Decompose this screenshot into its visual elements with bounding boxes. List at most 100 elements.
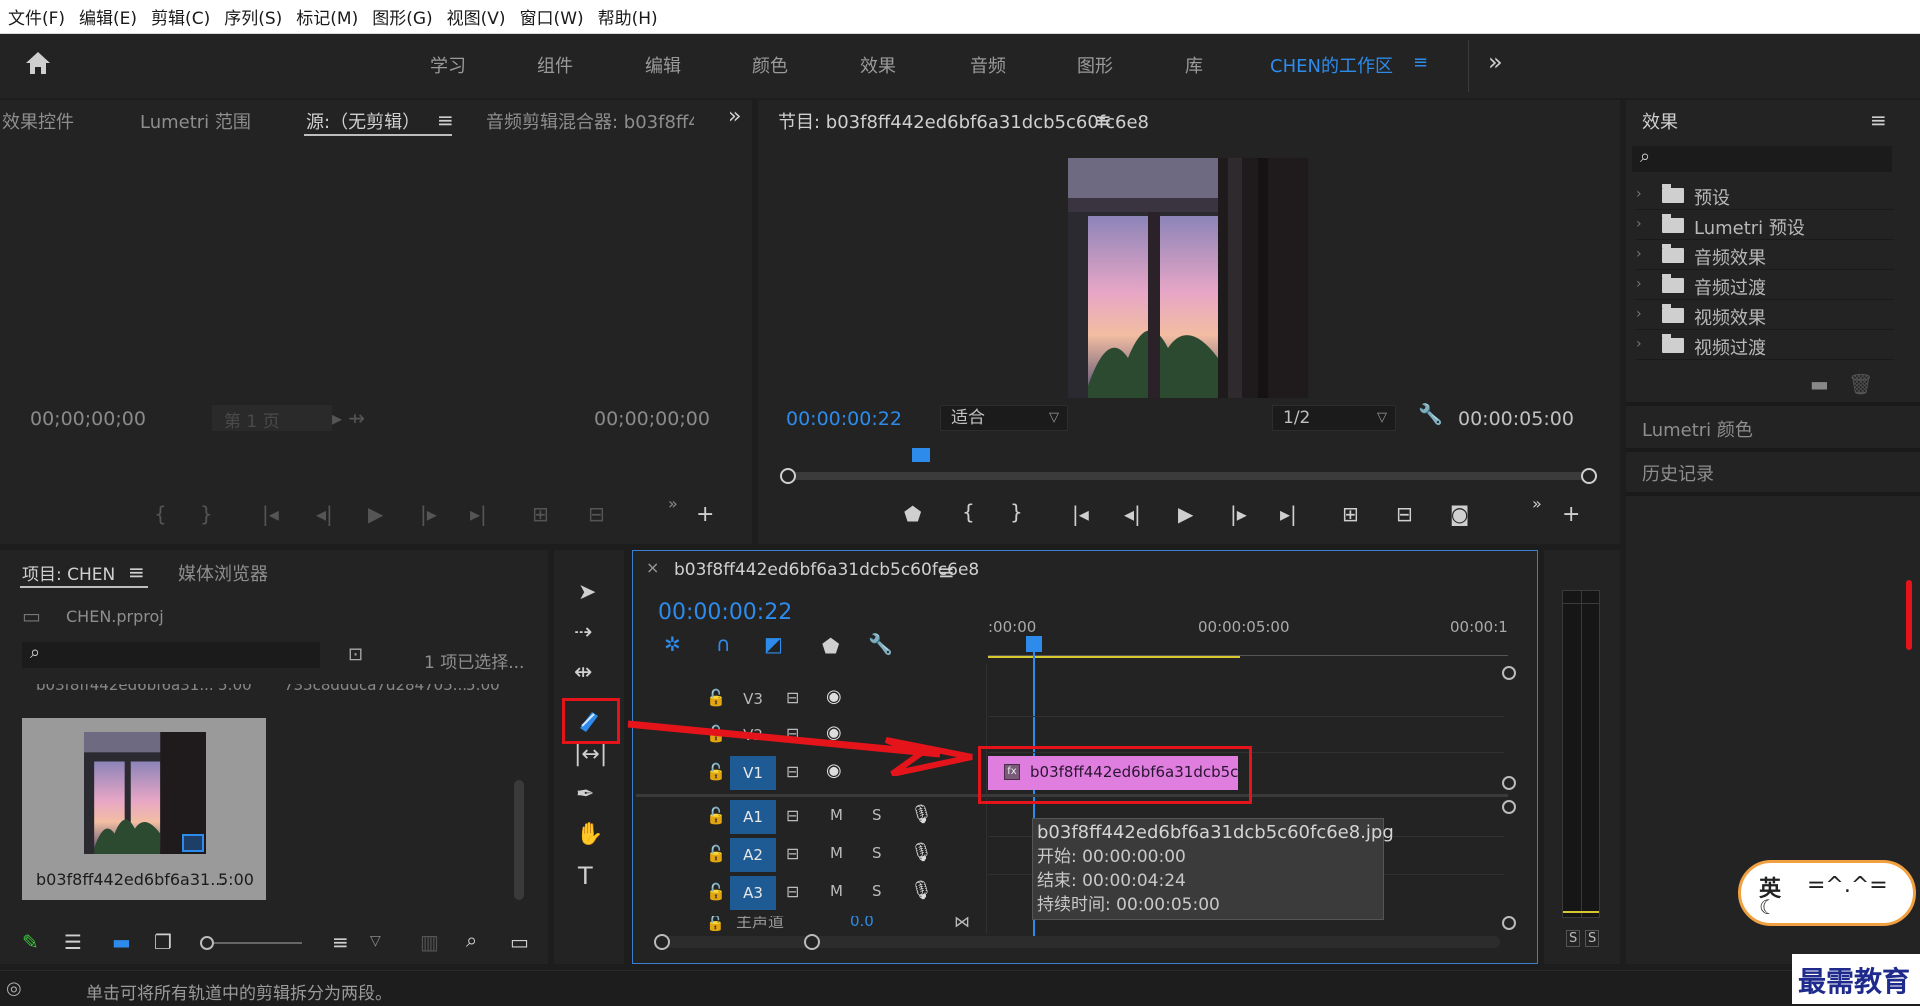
list-view-icon[interactable]: ☰: [64, 932, 82, 952]
program-menu-icon[interactable]: ≡: [1095, 110, 1112, 130]
more-panels-icon[interactable]: »: [728, 106, 741, 128]
workspace-tab-graphics[interactable]: 图形: [1077, 52, 1113, 78]
track-select-tool-icon[interactable]: ⇢: [574, 622, 592, 644]
wrench-icon[interactable]: 🔧: [1418, 404, 1443, 424]
menu-window[interactable]: 窗口(W): [520, 4, 584, 29]
extract-icon[interactable]: ⊟: [1396, 504, 1413, 524]
add-button-icon[interactable]: +: [1562, 504, 1580, 526]
effects-item-presets[interactable]: › 预设: [1636, 180, 1894, 210]
master-volume-value[interactable]: 0.0: [850, 916, 874, 929]
find-icon[interactable]: ⌕: [466, 930, 477, 950]
add-button-icon[interactable]: +: [696, 504, 714, 526]
freeform-view-icon[interactable]: ❐: [154, 932, 172, 952]
program-title[interactable]: 节目: b03f8ff442ed6bf6a31dcb5c60fc6e8: [778, 108, 1149, 134]
more-workspaces-icon[interactable]: »: [1488, 48, 1503, 76]
project-item-card[interactable]: b03f8ff442ed6bf6a31... 5:00: [22, 718, 266, 900]
workspace-tab-assembly[interactable]: 组件: [537, 52, 573, 78]
eye-icon[interactable]: ◉: [826, 688, 842, 706]
overwrite-icon[interactable]: ⊟: [588, 504, 605, 524]
camera-icon[interactable]: ◙: [1450, 504, 1469, 524]
home-icon[interactable]: [24, 50, 52, 76]
step-back-icon[interactable]: ◂|: [1124, 504, 1141, 524]
new-bin-from-search-icon[interactable]: ⊡: [348, 646, 363, 664]
fit-dropdown[interactable]: 适合 ▽: [940, 405, 1068, 431]
source-timecode-left[interactable]: 00;00;00;00: [30, 408, 146, 430]
effects-item-audio-effects[interactable]: › 音频效果: [1636, 240, 1894, 270]
lock-icon[interactable]: 🔓: [706, 808, 726, 824]
menu-help[interactable]: 帮助(H): [598, 4, 658, 29]
project-menu-icon[interactable]: ≡: [128, 562, 145, 582]
mark-in-icon[interactable]: {: [154, 504, 167, 524]
mute-button[interactable]: M: [830, 846, 843, 861]
scrub-end-handle[interactable]: [1581, 468, 1597, 484]
section-history[interactable]: 历史记录: [1642, 460, 1714, 486]
effects-item-lumetri-presets[interactable]: › Lumetri 预设: [1636, 210, 1894, 240]
go-to-out-icon[interactable]: ▸|: [470, 504, 487, 524]
tab-effect-controls[interactable]: 效果控件: [2, 108, 74, 134]
menu-edit[interactable]: 编辑(E): [79, 4, 137, 29]
project-scrollbar[interactable]: [514, 780, 524, 900]
icon-view-icon[interactable]: ▬: [112, 932, 131, 952]
type-tool-icon[interactable]: T: [578, 864, 593, 888]
effects-menu-icon[interactable]: ≡: [1870, 110, 1887, 130]
pen-tool-icon[interactable]: ✒: [576, 784, 594, 806]
mark-out-icon[interactable]: }: [200, 504, 213, 524]
sort-icon[interactable]: ≡: [332, 932, 349, 952]
step-back-icon[interactable]: ◂|: [316, 504, 333, 524]
new-bin-icon[interactable]: ▬: [1810, 374, 1829, 394]
close-icon[interactable]: ×: [646, 560, 659, 576]
track-name-selected[interactable]: A1: [730, 800, 776, 834]
menu-clip[interactable]: 剪辑(C): [151, 4, 210, 29]
workspace-tab-libraries[interactable]: 库: [1185, 52, 1203, 78]
add-marker-icon[interactable]: ⬟: [904, 504, 921, 524]
menu-file[interactable]: 文件(F): [8, 4, 65, 29]
workspace-tab-learn[interactable]: 学习: [430, 52, 466, 78]
selection-tool-icon[interactable]: ➤: [578, 582, 596, 604]
microphone-icon[interactable]: 🎙: [910, 806, 933, 824]
ime-badge[interactable]: 英 ☾ =^.^=: [1738, 860, 1916, 926]
go-to-in-icon[interactable]: |◂: [262, 504, 279, 524]
mute-button[interactable]: M: [830, 884, 843, 899]
solo-button[interactable]: S: [872, 884, 882, 899]
audio-scroll-bottom-handle[interactable]: [1502, 916, 1516, 930]
menu-sequence[interactable]: 序列(S): [224, 4, 282, 29]
page-field[interactable]: 第 1 页: [212, 405, 332, 432]
section-lumetri-color[interactable]: Lumetri 颜色: [1642, 416, 1753, 442]
timeline-settings-wrench-icon[interactable]: 🔧: [868, 634, 893, 654]
audio-scroll-top-handle[interactable]: [1502, 800, 1516, 814]
resolution-dropdown[interactable]: 1/2 ▽: [1272, 405, 1396, 431]
work-area-bar[interactable]: [988, 656, 1240, 658]
track-name-selected[interactable]: A3: [730, 876, 776, 910]
lock-icon[interactable]: 🔓: [706, 884, 726, 900]
program-preview-image[interactable]: [1068, 158, 1308, 398]
timeline-zoom-track[interactable]: [660, 936, 1500, 948]
lock-icon[interactable]: 🔓: [706, 846, 726, 862]
ripple-edit-tool-icon[interactable]: ⇹: [574, 662, 592, 684]
add-marker-icon[interactable]: ⬟: [822, 636, 839, 656]
microphone-icon[interactable]: 🎙: [910, 882, 933, 900]
time-ruler[interactable]: [988, 640, 1508, 656]
mute-button[interactable]: M: [830, 808, 843, 823]
workspace-tab-color[interactable]: 颜色: [752, 52, 788, 78]
creative-cloud-icon[interactable]: ◎: [6, 978, 22, 999]
snap-magnet-icon[interactable]: ∩: [716, 634, 731, 654]
bowtie-icon[interactable]: ⋈: [954, 916, 970, 930]
zoom-right-handle[interactable]: [804, 934, 820, 950]
effects-item-audio-transitions[interactable]: › 音频过渡: [1636, 270, 1894, 300]
workspace-tab-audio[interactable]: 音频: [970, 52, 1006, 78]
sync-lock-icon[interactable]: ⊟: [786, 846, 799, 862]
scroll-indicator[interactable]: [1906, 580, 1912, 650]
tab-media-browser[interactable]: 媒体浏览器: [178, 560, 268, 586]
pencil-icon[interactable]: ✎: [22, 932, 39, 952]
tab-project[interactable]: 项目: CHEN: [22, 560, 115, 585]
source-menu-icon[interactable]: ≡: [437, 110, 454, 130]
insert-icon[interactable]: ⊞: [532, 504, 549, 524]
scrub-start-handle[interactable]: [780, 468, 796, 484]
menu-view[interactable]: 视图(V): [447, 4, 506, 29]
play-icon[interactable]: ▶: [1178, 504, 1193, 524]
workspace-tab-effects[interactable]: 效果: [860, 52, 896, 78]
zoom-slider-track[interactable]: [214, 942, 302, 944]
workspace-menu-icon[interactable]: ≡: [1413, 52, 1428, 73]
timeline-title[interactable]: b03f8ff442ed6bf6a31dcb5c60fc6e8: [674, 560, 979, 580]
step-forward-icon[interactable]: |▸: [420, 504, 437, 524]
